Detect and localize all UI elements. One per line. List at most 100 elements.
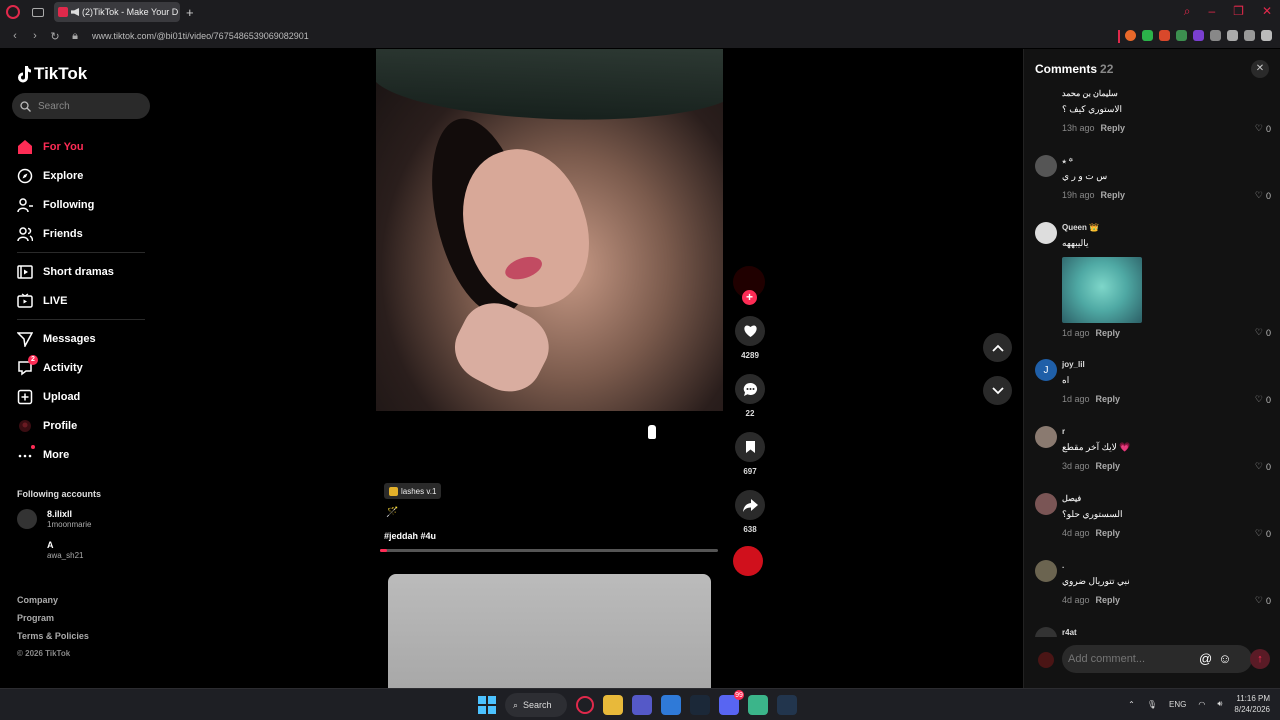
comment-like[interactable]: ♡ 0	[1255, 528, 1271, 539]
language-indicator[interactable]: ENG	[1169, 700, 1186, 709]
opera-gx-icon[interactable]	[576, 696, 594, 714]
footer-link-company[interactable]: Company	[17, 591, 89, 609]
teams-icon[interactable]	[632, 695, 652, 715]
footer-link-program[interactable]: Program	[17, 609, 89, 627]
nav-item-following[interactable]: Following	[17, 190, 147, 219]
share-icon[interactable]	[735, 490, 765, 520]
comment-user[interactable]: .	[1062, 557, 1280, 571]
creator-avatar[interactable]: +	[733, 266, 765, 305]
comment-user[interactable]: r	[1062, 423, 1280, 437]
forward-icon[interactable]: ›	[30, 30, 40, 42]
new-tab-button[interactable]: +	[186, 5, 194, 20]
comment-user[interactable]: joy_lil	[1062, 356, 1280, 370]
lock-icon[interactable]: 🔒︎	[70, 30, 80, 43]
emoji-icon[interactable]: ☺	[1218, 651, 1231, 666]
app-icon[interactable]	[748, 695, 768, 715]
reply-button[interactable]: Reply	[1101, 123, 1126, 133]
nav-item-friends[interactable]: Friends	[17, 219, 147, 248]
close-comments-button[interactable]: ✕	[1251, 60, 1269, 78]
opera-logo-icon[interactable]	[6, 5, 20, 19]
comment-user[interactable]: فيصل	[1062, 490, 1280, 504]
download-icon[interactable]	[1244, 30, 1255, 41]
follow-button[interactable]: +	[742, 290, 757, 305]
browser-tab-active[interactable]: (2)TikTok - Make Your D	[54, 2, 180, 22]
back-icon[interactable]: ‹	[10, 30, 20, 42]
comment-like[interactable]: ♡ 0	[1255, 190, 1271, 201]
extension-icon[interactable]	[1125, 30, 1136, 41]
steam-icon[interactable]	[777, 695, 797, 715]
comment-like[interactable]: ♡ 0	[1255, 595, 1271, 606]
music-disc-icon[interactable]	[733, 546, 763, 576]
effect-tag[interactable]: lashes v.1	[384, 483, 442, 499]
heart-icon[interactable]	[735, 316, 765, 346]
microphone-icon[interactable]: 🎙︎	[1147, 700, 1157, 709]
avatar[interactable]	[1035, 560, 1057, 582]
reply-button[interactable]: Reply	[1096, 394, 1121, 404]
extension-icon[interactable]	[1142, 30, 1153, 41]
reply-button[interactable]: Reply	[1096, 328, 1121, 338]
reply-button[interactable]: Reply	[1096, 528, 1121, 538]
url-field[interactable]: www.tiktok.com/@bi01ti/video/76754865390…	[92, 31, 309, 41]
tab-islands-icon[interactable]	[32, 7, 44, 17]
video-hashtags[interactable]: #jeddah #4u	[384, 531, 436, 541]
previous-video-button[interactable]	[983, 333, 1012, 362]
save-action[interactable]: 697	[733, 432, 767, 476]
audio-playing-icon[interactable]	[71, 8, 79, 16]
share-action[interactable]: 638	[733, 490, 767, 534]
nav-item-upload[interactable]: Upload	[17, 382, 147, 411]
discord-icon[interactable]: 99	[719, 690, 744, 715]
mention-icon[interactable]: @	[1199, 651, 1212, 666]
taskbar-search[interactable]: ⌕ Search	[505, 693, 567, 717]
mail-icon[interactable]	[661, 695, 681, 715]
file-explorer-icon[interactable]	[603, 695, 623, 715]
next-video-preview[interactable]	[388, 574, 711, 688]
nav-item-live[interactable]: LIVE	[17, 286, 147, 315]
like-action[interactable]: 4289	[733, 316, 767, 360]
comment-like[interactable]: ♡ 0	[1255, 123, 1271, 134]
comment-like[interactable]: ♡ 0	[1255, 394, 1271, 405]
chevron-up-icon[interactable]: ⌃	[1128, 700, 1135, 709]
comment-user[interactable]: سليمان بن محمد	[1062, 85, 1280, 99]
extension-icon[interactable]	[1159, 30, 1170, 41]
windows-start-icon[interactable]	[478, 696, 496, 714]
profile-icon[interactable]	[1227, 30, 1238, 41]
nav-item-for-you[interactable]: For You	[17, 132, 147, 161]
following-account[interactable]: A awa_sh21	[17, 540, 83, 560]
avatar[interactable]	[1035, 222, 1057, 244]
comment-icon[interactable]	[735, 374, 765, 404]
close-window-button[interactable]: ✕	[1262, 4, 1272, 19]
reply-button[interactable]: Reply	[1101, 190, 1126, 200]
search-tabs-icon[interactable]: ⌕	[1184, 4, 1191, 19]
comment-user[interactable]: r4at	[1062, 624, 1280, 637]
avatar[interactable]	[1035, 155, 1057, 177]
comment-user[interactable]: Queen 👑	[1062, 219, 1280, 233]
steam-icon[interactable]	[690, 695, 710, 715]
avatar[interactable]	[1035, 88, 1057, 110]
comments-list[interactable]: سليمان بن محمد الاستوري كيف ؟ 13h ago Rep…	[1024, 85, 1280, 637]
nav-item-profile[interactable]: Profile	[17, 411, 147, 440]
nav-item-explore[interactable]: Explore	[17, 161, 147, 190]
footer-link-terms[interactable]: Terms & Policies	[17, 627, 89, 645]
next-video-button[interactable]	[983, 376, 1012, 405]
extension-icon[interactable]	[1193, 30, 1204, 41]
comment-like[interactable]: ♡ 0	[1255, 327, 1271, 338]
search-input[interactable]: Search	[12, 93, 150, 119]
nav-item-more[interactable]: More	[17, 440, 147, 469]
menu-icon[interactable]	[1261, 30, 1272, 41]
avatar[interactable]	[1035, 493, 1057, 515]
reply-button[interactable]: Reply	[1096, 595, 1121, 605]
wifi-icon[interactable]: ◠	[1198, 700, 1205, 709]
comment-sticker-image[interactable]	[1062, 257, 1142, 323]
minimize-button[interactable]: –	[1208, 4, 1215, 19]
clock[interactable]: 11:16 PM 8/24/2026	[1234, 693, 1270, 715]
post-comment-button[interactable]: ↑	[1250, 649, 1270, 669]
reload-icon[interactable]: ↻	[50, 30, 60, 43]
nav-item-activity[interactable]: 2 Activity	[17, 353, 147, 382]
avatar[interactable]: J	[1035, 359, 1057, 381]
video-player[interactable]	[376, 49, 723, 411]
bookmark-icon[interactable]	[735, 432, 765, 462]
avatar[interactable]	[1035, 627, 1057, 637]
maximize-button[interactable]: ❐	[1233, 4, 1244, 19]
tiktok-logo[interactable]: TikTok	[17, 64, 87, 84]
extension-icon[interactable]	[1176, 30, 1187, 41]
